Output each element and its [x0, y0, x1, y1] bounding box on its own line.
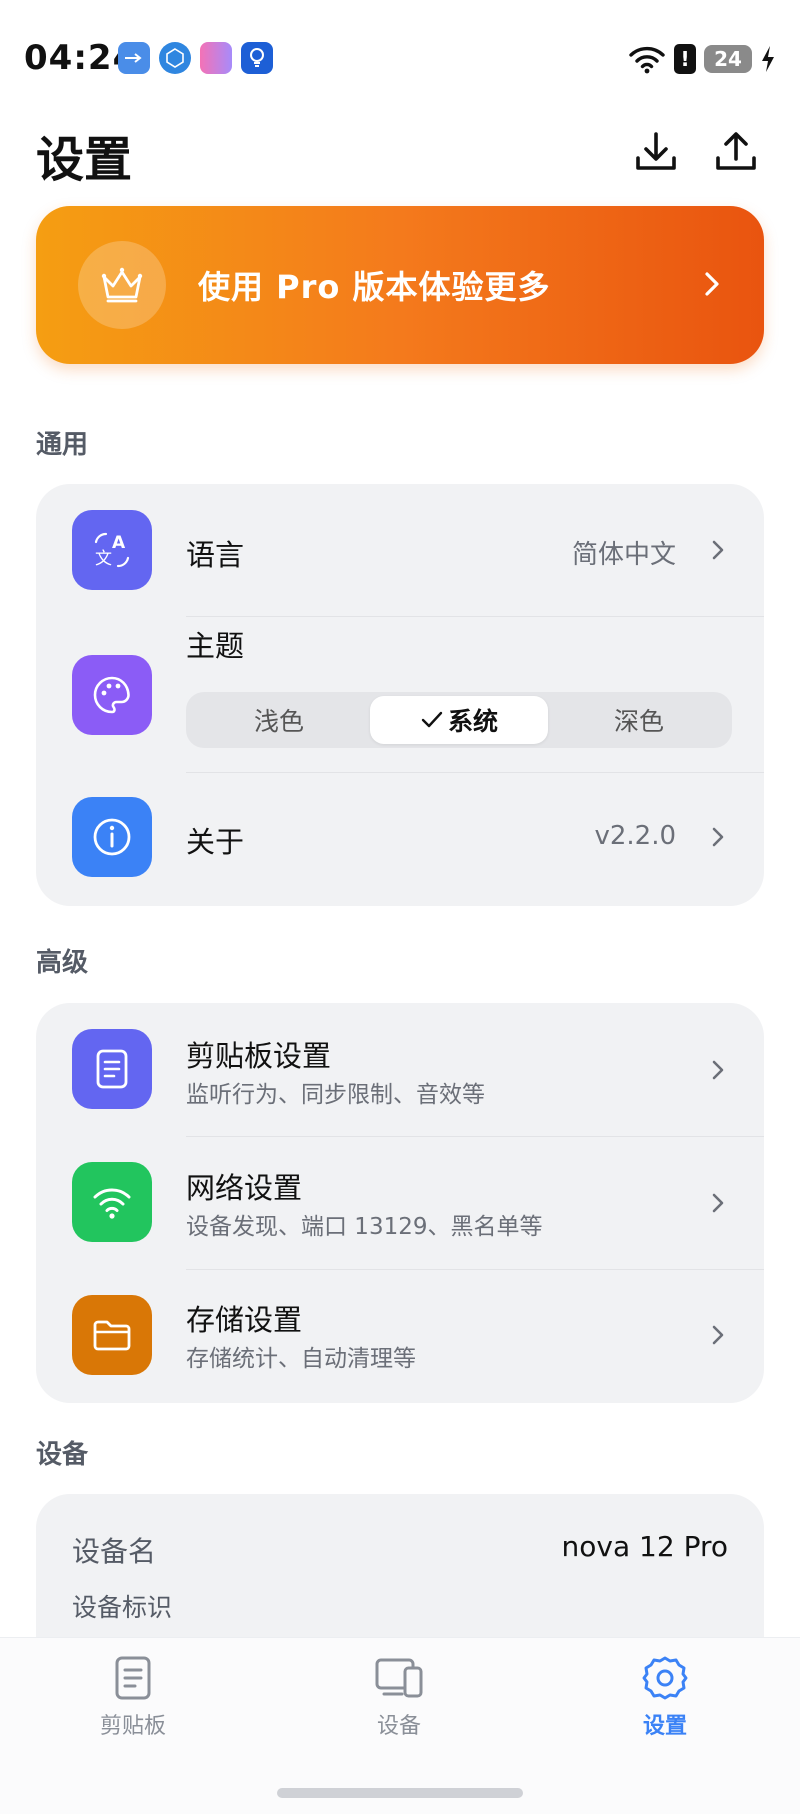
import-button[interactable] [628, 124, 684, 180]
theme-option-light[interactable]: 浅色 [190, 696, 368, 744]
device-name-label: 设备名 [72, 1535, 157, 1568]
app-version: v2.2.0 [594, 821, 676, 851]
chevron-right-icon [708, 1055, 728, 1085]
clipboard-settings-desc: 监听行为、同步限制、音效等 [186, 1082, 485, 1108]
export-button[interactable] [708, 124, 764, 180]
svg-text:文: 文 [95, 549, 112, 569]
book-app-icon [200, 42, 232, 74]
network-settings-row[interactable]: 网络设置 设备发现、端口 13129、黑名单等 [36, 1137, 764, 1269]
document-icon [72, 1029, 152, 1109]
network-settings-label: 网络设置 [186, 1171, 303, 1205]
nav-devices[interactable]: 设备 [319, 1654, 479, 1754]
storage-settings-row[interactable]: 存储设置 存储统计、自动清理等 [36, 1270, 764, 1403]
device-name-value[interactable]: nova 12 Pro [562, 1530, 728, 1563]
nav-clipboard[interactable]: 剪贴板 [53, 1654, 213, 1754]
theme-label: 主题 [186, 629, 245, 663]
storage-settings-desc: 存储统计、自动清理等 [186, 1346, 416, 1372]
battery-indicator: 24 [704, 45, 752, 73]
browser-app-icon [159, 42, 191, 74]
device-id-label: 设备标识 [72, 1593, 173, 1622]
nav-settings-label: 设置 [642, 1714, 687, 1739]
theme-segmented-control: 浅色 系统 深色 [186, 692, 732, 748]
chevron-right-icon [705, 272, 719, 296]
theme-option-dark[interactable]: 深色 [550, 696, 728, 744]
devices-icon [375, 1658, 423, 1698]
gear-icon [642, 1656, 688, 1700]
clipboard-settings-label: 剪贴板设置 [186, 1039, 332, 1073]
storage-settings-label: 存储设置 [186, 1303, 303, 1337]
home-indicator[interactable] [277, 1788, 523, 1798]
section-title-device: 设备 [36, 1440, 89, 1470]
upload-icon [716, 132, 756, 170]
section-title-general: 通用 [36, 430, 89, 460]
charging-icon [762, 46, 774, 72]
chevron-right-icon [708, 1320, 728, 1350]
pro-banner-text: 使用 Pro 版本体验更多 [198, 268, 551, 306]
svg-text:A: A [112, 533, 126, 553]
download-icon [636, 132, 676, 170]
system-icons: ! 24 [628, 44, 776, 74]
page-title: 设置 [36, 132, 133, 188]
notification-icons [118, 42, 273, 74]
advanced-settings-card: 剪贴板设置 监听行为、同步限制、音效等 网络设置 设备发现、端口 13129、黑… [36, 1003, 764, 1403]
translate-icon: A 文 [72, 510, 152, 590]
info-icon [72, 797, 152, 877]
wifi-icon [72, 1162, 152, 1242]
clipboard-icon [115, 1656, 151, 1700]
crown-icon [78, 241, 166, 329]
network-settings-desc: 设备发现、端口 13129、黑名单等 [186, 1214, 543, 1240]
clipboard-settings-row[interactable]: 剪贴板设置 监听行为、同步限制、音效等 [36, 1003, 764, 1136]
nav-settings[interactable]: 设置 [585, 1654, 745, 1754]
wifi-icon [629, 46, 665, 74]
folder-icon [72, 1295, 152, 1375]
palette-icon [72, 655, 152, 735]
settings-screen: 04:24 ! 24 设置 使用 Pro 版本体验更多 通用 A 文 语言 简体… [0, 0, 800, 1814]
status-bar: 04:24 ! 24 [0, 0, 800, 110]
chevron-right-icon [708, 822, 728, 852]
usb-icon [118, 42, 150, 74]
chevron-right-icon [708, 535, 728, 565]
pro-upgrade-banner[interactable]: 使用 Pro 版本体验更多 [36, 206, 764, 364]
about-row[interactable]: 关于 v2.2.0 [36, 773, 764, 906]
bulb-app-icon [241, 42, 273, 74]
check-icon [421, 711, 443, 728]
language-label: 语言 [186, 538, 245, 572]
alert-icon: ! [674, 44, 696, 74]
section-title-advanced: 高级 [36, 948, 89, 978]
general-settings-card: A 文 语言 简体中文 主题 浅色 系统 深色 关于 v2.2.0 [36, 484, 764, 906]
nav-devices-label: 设备 [376, 1714, 421, 1739]
language-value: 简体中文 [571, 540, 676, 570]
about-label: 关于 [186, 825, 245, 859]
theme-option-system[interactable]: 系统 [370, 696, 548, 744]
language-setting-row[interactable]: A 文 语言 简体中文 [36, 484, 764, 616]
nav-clipboard-label: 剪贴板 [99, 1714, 166, 1739]
chevron-right-icon [708, 1188, 728, 1218]
